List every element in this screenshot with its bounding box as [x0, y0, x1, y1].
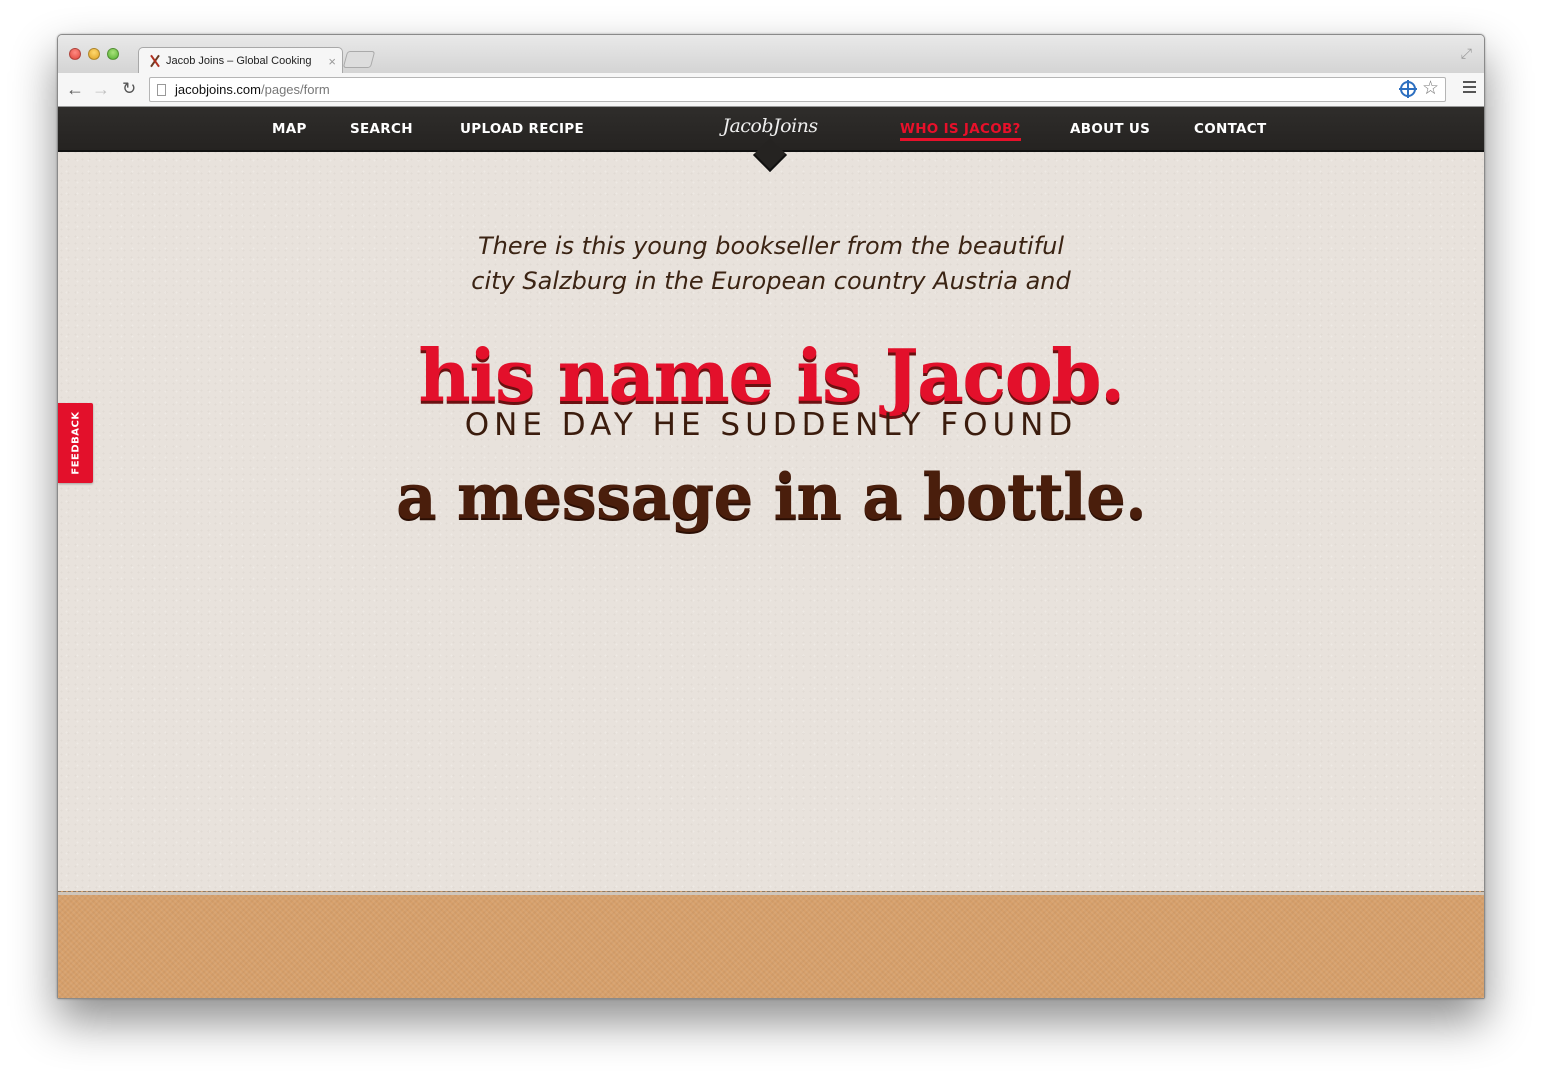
- browser-window: Jacob Joins – Global Cooking × ⤢ ← → ↻ j…: [57, 34, 1485, 999]
- fullscreen-icon[interactable]: ⤢: [1461, 45, 1472, 62]
- close-tab-icon[interactable]: ×: [328, 54, 336, 69]
- logo-notch: [753, 138, 787, 172]
- page-icon: [157, 83, 166, 96]
- zoom-window-button[interactable]: [107, 48, 119, 60]
- site-logo[interactable]: JacobJoins: [710, 107, 830, 172]
- star-icon[interactable]: ☆: [1422, 79, 1439, 98]
- nav-link-who-is-jacob[interactable]: WHO IS JACOB?: [900, 121, 1021, 141]
- nav-link-contact[interactable]: CONTACT: [1194, 121, 1267, 137]
- tab-bar: Jacob Joins – Global Cooking × ⤢: [58, 35, 1484, 74]
- hamburger-menu-icon[interactable]: [1463, 81, 1476, 96]
- minimize-window-button[interactable]: [88, 48, 100, 60]
- crosshair-icon[interactable]: [1398, 80, 1417, 98]
- nav-link-about-us[interactable]: ABOUT US: [1070, 121, 1150, 137]
- address-bar-actions: ☆: [1398, 79, 1439, 98]
- site-navigation: MAP SEARCH UPLOAD RECIPE JacobJoins WHO …: [58, 107, 1484, 172]
- new-tab-button[interactable]: [342, 51, 376, 68]
- intro-text: There is this young bookseller from the …: [58, 229, 1484, 299]
- page-viewport: MAP SEARCH UPLOAD RECIPE JacobJoins WHO …: [58, 107, 1484, 998]
- nav-link-upload-recipe[interactable]: UPLOAD RECIPE: [460, 121, 584, 137]
- url-path: /pages/form: [261, 82, 330, 97]
- intro-line-1: There is this young bookseller from the …: [477, 232, 1064, 260]
- browser-tab[interactable]: Jacob Joins – Global Cooking ×: [138, 47, 343, 74]
- favicon-icon: [148, 54, 162, 68]
- tab-title: Jacob Joins – Global Cooking: [166, 55, 312, 67]
- window-controls: [69, 48, 119, 60]
- headline-message: a message in a bottle.: [396, 459, 1147, 533]
- reload-icon[interactable]: ↻: [122, 79, 136, 99]
- intro-line-2: city Salzburg in the European country Au…: [471, 267, 1071, 295]
- logo-text: JacobJoins: [722, 115, 818, 137]
- caps-subline: ONE DAY HE SUDDENLY FOUND: [464, 407, 1078, 443]
- nav-link-search[interactable]: SEARCH: [350, 121, 413, 137]
- close-window-button[interactable]: [69, 48, 81, 60]
- browser-toolbar: ← → ↻ jacobjoins.com/pages/form ☆: [58, 73, 1484, 107]
- nav-link-map[interactable]: MAP: [272, 121, 307, 137]
- back-arrow-icon[interactable]: ←: [66, 79, 84, 99]
- url-host: jacobjoins.com: [175, 82, 261, 97]
- headline-name: his name is Jacob.: [418, 333, 1125, 418]
- forward-arrow-icon[interactable]: →: [92, 79, 110, 99]
- address-bar[interactable]: jacobjoins.com/pages/form ☆: [149, 77, 1446, 102]
- footer-band: [58, 891, 1484, 998]
